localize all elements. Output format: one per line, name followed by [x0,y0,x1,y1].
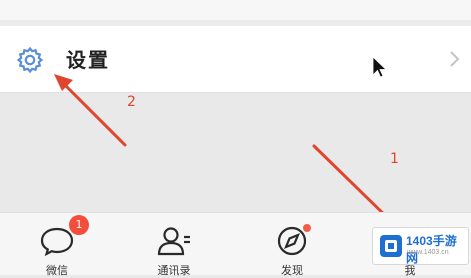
watermark-logo-icon [380,235,402,257]
tab-wechat[interactable]: 1 微信 [17,213,97,277]
annotation-2: 2 [127,94,136,110]
tab-contacts[interactable]: 通讯录 [134,213,214,277]
watermark-url: www.1403.cn [407,249,449,256]
tab-label-contacts: 通讯录 [157,264,191,277]
tab-discover[interactable]: 发现 [252,213,332,277]
unread-badge: 1 [69,215,89,235]
tab-label-wechat: 微信 [46,264,68,277]
arrow-to-settings [54,74,127,147]
annotation-1: 1 [390,151,399,167]
site-watermark: 1403手游网 www.1403.cn [372,227,469,265]
contacts-icon [157,227,190,256]
new-dot [303,224,311,232]
tab-label-discover: 发现 [281,264,303,277]
